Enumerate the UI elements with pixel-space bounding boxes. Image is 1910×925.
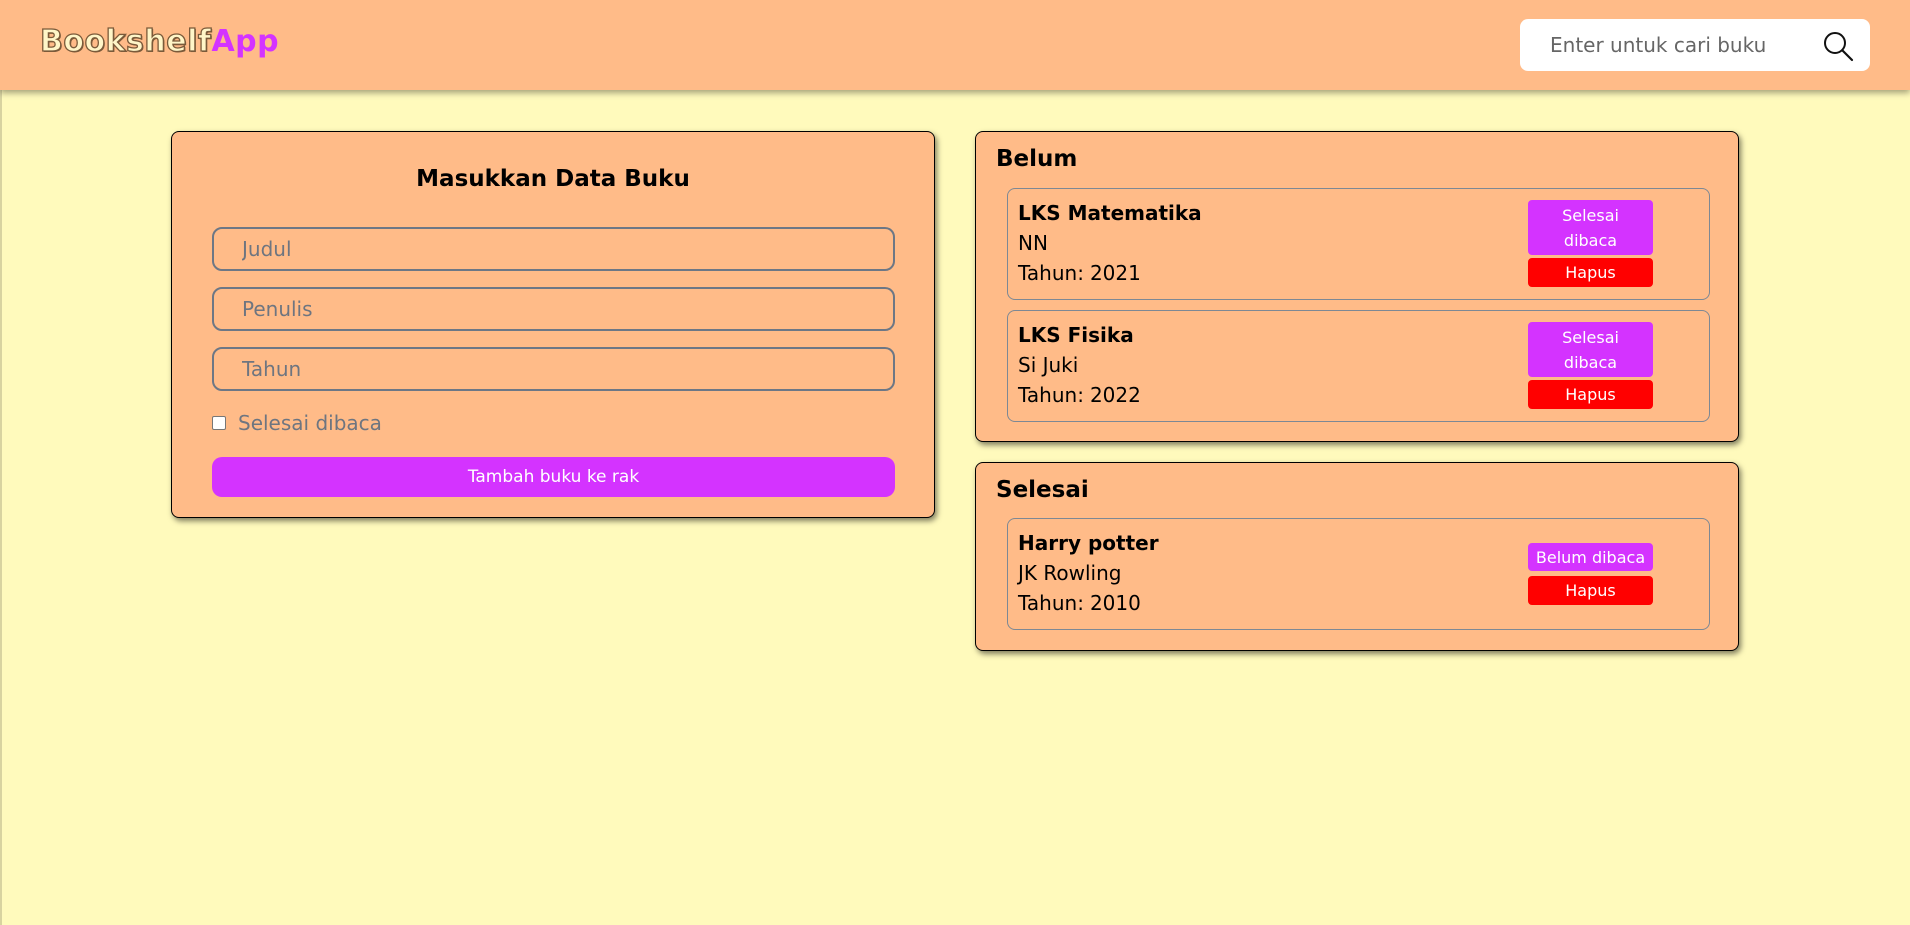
add-book-button[interactable]: Tambah buku ke rak <box>212 457 895 497</box>
finished-shelf: Selesai Harry potter JK Rowling Tahun: 20… <box>975 462 1739 651</box>
book-title: LKS Fisika <box>1018 323 1134 347</box>
year-input[interactable] <box>212 347 895 391</box>
book-year: Tahun: 2022 <box>1018 383 1141 407</box>
mark-finished-button[interactable]: Selesai dibaca <box>1528 200 1653 255</box>
book-item: LKS Fisika Si Juki Tahun: 2022 Selesai di… <box>1007 310 1710 422</box>
finished-checkbox[interactable] <box>212 416 226 430</box>
unfinished-shelf-title: Belum <box>996 146 1078 172</box>
finished-checkbox-row: Selesai dibaca <box>212 410 382 436</box>
app-logo: BookshelfApp <box>39 23 280 59</box>
title-input[interactable] <box>212 227 895 271</box>
book-year-value: 2021 <box>1089 261 1141 285</box>
book-year-value: 2022 <box>1089 383 1141 407</box>
app-header: BookshelfApp <box>0 0 1910 90</box>
book-year-value: 2010 <box>1089 591 1141 615</box>
mark-unfinished-button[interactable]: Belum dibaca <box>1528 543 1653 571</box>
book-year: Tahun: 2010 <box>1018 591 1141 615</box>
book-title: LKS Matematika <box>1018 201 1202 225</box>
finished-shelf-title: Selesai <box>996 477 1089 503</box>
delete-book-button[interactable]: Hapus <box>1528 576 1653 605</box>
search-box <box>1520 19 1870 71</box>
delete-book-button[interactable]: Hapus <box>1528 258 1653 287</box>
logo-text-app: App <box>211 24 280 59</box>
form-title: Masukkan Data Buku <box>416 166 690 192</box>
book-year: Tahun: 2021 <box>1018 261 1141 285</box>
logo-text-bookshelf: Bookshelf <box>39 23 212 59</box>
book-author: JK Rowling <box>1018 561 1122 585</box>
search-input[interactable] <box>1550 31 1800 59</box>
book-item: LKS Matematika NN Tahun: 2021 Selesai dib… <box>1007 188 1710 300</box>
book-author: NN <box>1018 231 1048 255</box>
search-icon[interactable] <box>1822 30 1854 62</box>
book-year-label: Tahun: <box>1018 261 1084 285</box>
book-author: Si Juki <box>1018 353 1079 377</box>
finished-checkbox-label[interactable]: Selesai dibaca <box>238 411 382 435</box>
book-year-label: Tahun: <box>1018 383 1084 407</box>
author-input[interactable] <box>212 287 895 331</box>
delete-book-button[interactable]: Hapus <box>1528 380 1653 409</box>
unfinished-shelf: Belum LKS Matematika NN Tahun: 2021 Seles… <box>975 131 1739 442</box>
book-title: Harry potter <box>1018 531 1159 555</box>
book-item: Harry potter JK Rowling Tahun: 2010 Belum… <box>1007 518 1710 630</box>
mark-finished-button[interactable]: Selesai dibaca <box>1528 322 1653 377</box>
add-book-form: Masukkan Data Buku Selesai dibaca Tambah… <box>171 131 935 518</box>
book-year-label: Tahun: <box>1018 591 1084 615</box>
